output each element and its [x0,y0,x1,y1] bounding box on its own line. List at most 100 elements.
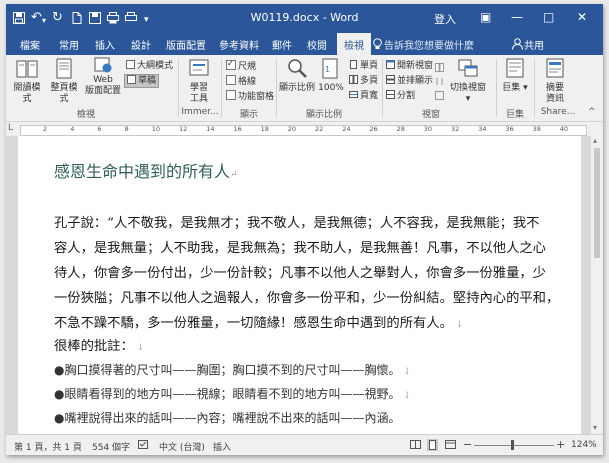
zoom-out-button[interactable]: − [463,438,472,451]
navigation-pane-checkbox[interactable]: 功能窗格 [226,90,274,103]
arrange-all-button[interactable]: 並排顯示 [386,75,433,87]
bullet-item: ●眼睛看得到的地方叫——視線；眼睛看不到的地方叫——視野。 ↓ [54,385,411,402]
share-button[interactable]: 共用 [524,37,544,52]
zoom-slider-thumb[interactable] [511,440,514,450]
document-properties-button[interactable]: 摘要 資訊 [539,57,571,105]
ruler-tick-label: 2 [43,125,48,133]
ribbon-display-options-button[interactable]: ▣ [480,9,491,25]
bullet-text: ●胸口摸得著的尺寸叫——胸圍；胸口摸不到的尺寸叫——胸懷。 [54,363,401,377]
vertical-scrollbar[interactable]: ▴ ▾ [591,136,603,434]
draft-label: 草稿 [138,76,157,86]
tell-me-search[interactable]: 告訴我您想要做什麼 [384,37,474,52]
ribbon-tabs: 檔案 常用 插入 設計 版面配置 參考資料 郵件 校閱 檢視 告訴我您想要做什麼… [6,33,603,55]
language-indicator[interactable]: 中文 (台灣) [159,440,205,453]
document-page[interactable]: 感恩生命中遇到的所有人↵ 孔子說：“人不敬我，是我無才；我不敬人，是我無德；人不… [18,136,581,434]
web-layout-button[interactable]: Web 版面配置 [83,57,123,97]
scroll-down-icon[interactable]: ▾ [593,423,597,432]
print-layout-button[interactable]: 整頁模式 [47,57,81,105]
paragraph-mark-icon: ↓ [400,391,411,401]
zoom-slider-track[interactable] [474,445,554,446]
zoom-level[interactable]: 124% [571,440,597,450]
immersive-group-label: Immer... [181,107,219,117]
print-layout-label: 整頁模式 [50,83,78,104]
print-layout-view-icon[interactable] [427,439,438,451]
ruler-tick-label: 38 [532,125,541,133]
tab-insert[interactable]: 插入 [95,37,115,52]
split-label: 分割 [397,91,416,101]
tab-design[interactable]: 設計 [131,37,151,52]
tab-home[interactable]: 常用 [59,37,79,52]
horizontal-ruler[interactable]: L 2 4 6 8 10 12 14 16 18 20 22 24 26 28 30 32 34 36 38 40 [6,122,603,136]
paragraph-line-last: 不急不躁不驕，多一份雅量，一切隨緣！感恩生命中遇到的所有人。 ↓ [54,312,463,331]
zoom-group-label: 顯示比例 [305,110,342,120]
learning-tools-label-2: 工具 [189,94,208,104]
page-width-label: 頁寬 [360,91,379,101]
tab-selector-icon[interactable]: L [8,123,13,133]
group-separator [221,59,222,117]
tab-review[interactable]: 校閱 [307,37,327,52]
ruler-bar: 2 4 6 8 10 12 14 16 18 20 22 24 26 28 30 32 34 36 38 40 [20,125,587,136]
close-button[interactable]: ✕ [577,9,587,25]
one-page-button[interactable]: 單頁 [349,60,378,72]
scrollbar-thumb[interactable] [594,148,600,258]
zoom-in-button[interactable]: + [556,438,565,451]
title-bar: ↶ ▾ ↻ ▾ W0119.docx - Word 登入 ▣ — □ ✕ [6,4,603,33]
ruler-tick-label: 24 [342,125,351,133]
ruler-tick-label: 34 [478,125,487,133]
macros-button[interactable]: 巨集 ▾ [501,57,529,94]
print-layout-icon [56,58,72,79]
web-layout-view-icon[interactable] [445,440,456,450]
zoom-label: 顯示比例 [279,83,316,93]
group-separator [496,59,497,117]
word-count[interactable]: 554 個字 [92,440,130,453]
ruler-tick-label: 6 [97,125,102,133]
page-count[interactable]: 第 1 頁，共 1 頁 [14,440,82,453]
outline-button[interactable]: 大綱模式 [126,60,173,72]
proofing-icon[interactable] [138,440,149,450]
gridlines-checkbox[interactable]: 格線 [226,75,256,88]
checkbox-unchecked-icon [226,75,236,85]
scroll-up-icon[interactable]: ▴ [593,136,597,145]
multiple-pages-icon [349,75,358,84]
tab-view[interactable]: 檢視 [337,33,371,55]
ribbon-view: 閱讀模式 整頁模式 Web 版面配置 大綱模式 草稿 檢視 學習 工具 Imme… [6,55,603,122]
tab-references[interactable]: 參考資料 [219,37,259,52]
document-area: 感恩生命中遇到的所有人↵ 孔子說：“人不敬我，是我無才；我不敬人，是我無德；人不… [6,136,603,434]
read-mode-button[interactable]: 閱讀模式 [10,57,44,105]
switch-windows-button[interactable]: 切換視窗 ▾ [448,57,488,105]
ruler-checkbox[interactable]: 尺規 [226,58,256,73]
bullet-item: ●嘴裡說得出來的話叫——內容；嘴裡說不出來的話叫——內涵。 [54,409,400,426]
split-button[interactable]: 分割 [386,90,415,102]
tab-file[interactable]: 檔案 [20,37,40,52]
ruler-tick-label: 4 [70,125,75,133]
views-group-label: 檢視 [76,110,95,120]
maximize-button[interactable]: □ [543,9,554,25]
synchronous-scrolling-button[interactable] [435,77,446,89]
tab-mailings[interactable]: 郵件 [272,37,292,52]
insert-mode-indicator[interactable]: 插入 [213,440,231,453]
split-icon [386,90,395,99]
ruler-tick-label: 14 [206,125,215,133]
macros-chevron-icon: ▾ [520,83,528,93]
zoom-100-button[interactable]: 1 100% [317,57,345,94]
read-mode-view-icon[interactable] [410,440,421,450]
draft-button[interactable]: 草稿 [124,74,160,88]
switch-windows-icon [458,59,478,77]
new-window-button[interactable]: 開新視窗 [386,60,433,72]
multiple-pages-button[interactable]: 多頁 [349,75,378,87]
learning-tools-label-1: 學習 [189,83,208,93]
minimize-button[interactable]: — [511,9,523,25]
arrange-all-icon [386,75,395,84]
reset-window-position-button[interactable] [435,91,446,103]
login-link[interactable]: 登入 [434,11,456,27]
collapse-ribbon-icon[interactable]: ^ [588,107,596,117]
side-by-side-button[interactable] [435,63,446,75]
learning-tools-button[interactable]: 學習 工具 [182,57,216,105]
page-width-button[interactable]: 頁寬 [349,90,378,102]
zoom-button[interactable]: 顯示比例 [279,57,315,94]
ruler-tick-label: 30 [423,125,433,133]
read-mode-icon [16,60,38,78]
web-layout-label-2: 版面配置 [84,86,121,96]
tab-layout[interactable]: 版面配置 [166,37,206,52]
paragraph-line-text: 不急不躁不驕，多一份雅量，一切隨緣！感恩生命中遇到的所有人。 [54,316,453,331]
